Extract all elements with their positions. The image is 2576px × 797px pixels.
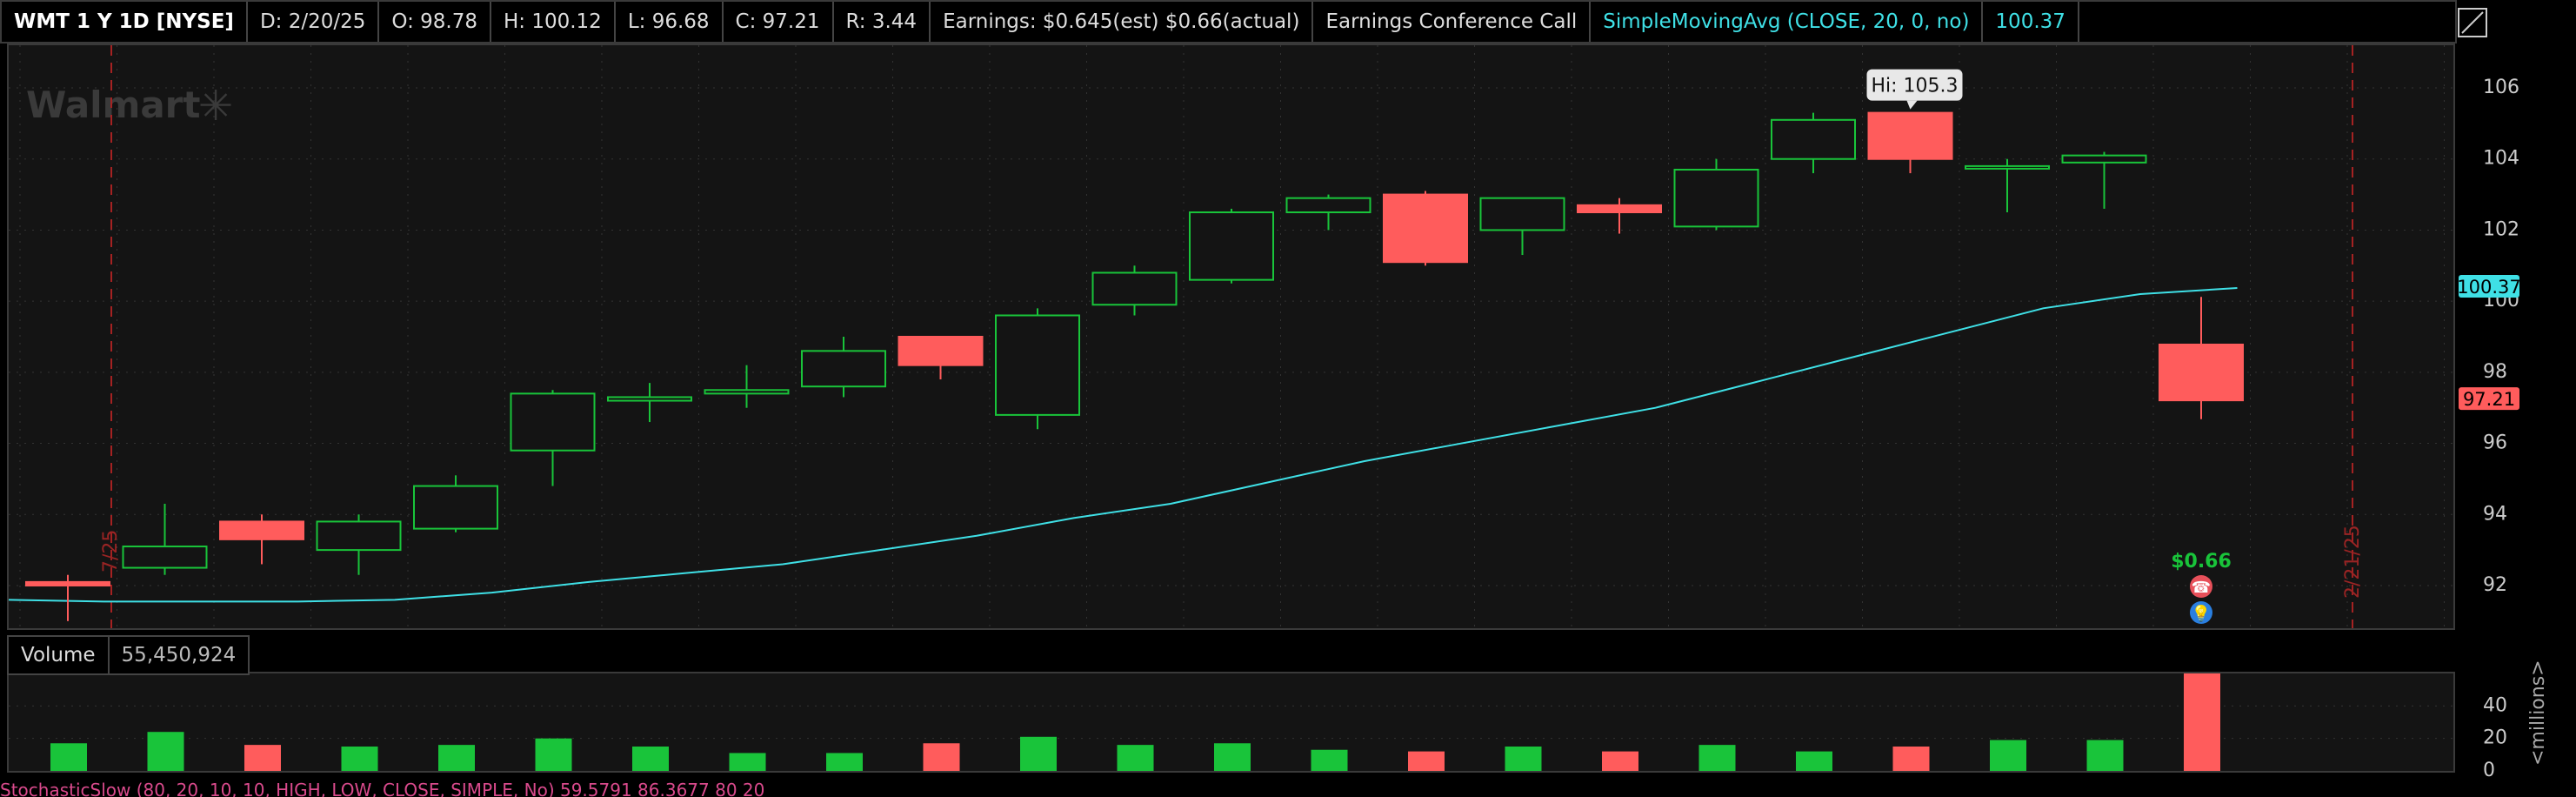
volume-bar [1602,751,1638,771]
candle-body [1189,211,1274,281]
candle-body [2159,343,2244,402]
candle-body [801,350,886,388]
volume-bar [826,753,863,771]
price-tick-label: 98 [2483,361,2507,383]
candle-body [1965,164,2050,170]
candle-body [25,580,110,586]
symbol-label[interactable]: WMT 1 Y 1D [NYSE] [2,2,248,42]
candle-body [607,396,692,402]
earnings-amount: $0.66 [2171,551,2232,573]
volume-bar [341,747,378,771]
volume-bar [1311,749,1348,771]
volume-label-box: Volume 55,450,924 [7,635,250,675]
price-tick-label: 92 [2483,574,2507,596]
open-value: O: 98.78 [379,2,491,42]
volume-bar [729,753,766,771]
price-tick-label: 102 [2483,218,2519,240]
volume-bar [2086,740,2124,771]
date-marker-label-left: 7/25 [100,530,122,573]
candle-body [704,389,790,395]
sma-line [6,287,2238,603]
candle-body [1285,197,1371,214]
spark-logo-icon: ✳ [198,82,233,131]
volume-bar [1117,745,1154,771]
candle-body [1479,197,1565,231]
volume-pane[interactable] [7,670,2455,773]
sma-study-value: 100.37 [1983,2,2079,42]
candle-body [413,485,498,530]
price-tick-label: 104 [2483,148,2519,170]
sma-study-label[interactable]: SimpleMovingAvg (CLOSE, 20, 0, no) [1591,2,1984,42]
volume-bar [1505,747,1542,771]
hi-tooltip-pointer [1906,100,1918,110]
phone-icon: ☎ [2192,579,2211,597]
volume-bar [923,743,960,771]
volume-tick-label: 20 [2483,727,2507,749]
volume-bar [244,745,281,771]
candle-body [1091,271,1178,306]
candle-body [1867,111,1953,160]
high-value: H: 100.12 [491,2,616,42]
hi-tooltip-text: Hi: 105.3 [1871,76,1958,97]
close-value: C: 97.21 [724,2,834,42]
earnings-info: Earnings: $0.645(est) $0.66(actual) [931,2,1314,42]
candle-body [122,546,208,569]
volume-bar [50,743,87,771]
volume-bar [2184,670,2220,771]
date-marker-label-right: 2/21/25 [2342,525,2364,599]
price-pane[interactable]: Walmart ✳ 7/25 2/21/25 Hi: 105.3 $0.66 ☎ 💡 [6,44,2455,630]
volume-bar [1990,740,2026,771]
candle-body [898,336,984,366]
volume-tick-label: 0 [2483,760,2495,781]
price-axis[interactable]: 10610410210098969492100.3797.2140200<mil… [2455,0,2576,794]
candle-body [1383,193,1468,264]
walmart-watermark: Walmart [26,84,200,126]
candle-body [316,520,402,552]
volume-unit-label: <millions> [2527,660,2549,766]
volume-tick-label: 40 [2483,694,2507,716]
bulb-icon: 💡 [2192,604,2211,623]
volume-bar [632,747,669,771]
range-value: R: 3.44 [834,2,931,42]
conference-call-label: Earnings Conference Call [1313,2,1592,42]
volume-bar [1408,751,1445,771]
candle-body [219,520,304,540]
volume-bar [1020,736,1057,771]
volume-bar [1796,751,1832,771]
sma-price-tag-label: 100.37 [2457,277,2520,298]
chart-header: WMT 1 Y 1D [NYSE] D: 2/20/25 O: 98.78 H:… [0,0,2457,44]
volume-label: Volume [21,644,96,666]
volume-chart[interactable] [9,670,2453,771]
candle-body [2061,154,2147,164]
close-price-tag-label: 97.21 [2463,389,2515,410]
volume-bar [438,745,475,771]
candle-body [1577,204,1662,214]
drawing-tool-stroke [2461,11,2484,34]
candle-body [510,392,596,452]
volume-bar [147,732,184,771]
low-value: L: 96.68 [616,2,724,42]
candle-body [1673,168,1759,228]
price-tick-label: 96 [2483,432,2507,454]
price-tick-label: 106 [2483,77,2519,98]
volume-bar [1892,747,1930,771]
date-value: D: 2/20/25 [248,2,380,42]
hi-tooltip: Hi: 105.3 [1866,69,1963,110]
price-tick-label: 94 [2483,503,2507,525]
volume-bar [1214,743,1251,771]
candle-body [995,314,1080,416]
stochastic-study-label: StochasticSlow (80, 20, 10, 10, HIGH, LO… [0,780,765,797]
volume-bar [535,738,572,771]
volume-bar [1698,745,1736,771]
volume-value: 55,450,924 [107,637,249,673]
price-chart[interactable]: Walmart✳ 7/25 2/21/25 Hi: 105.3 $0.66 ☎ 💡 [6,45,2453,628]
candle-body [1771,118,1856,160]
